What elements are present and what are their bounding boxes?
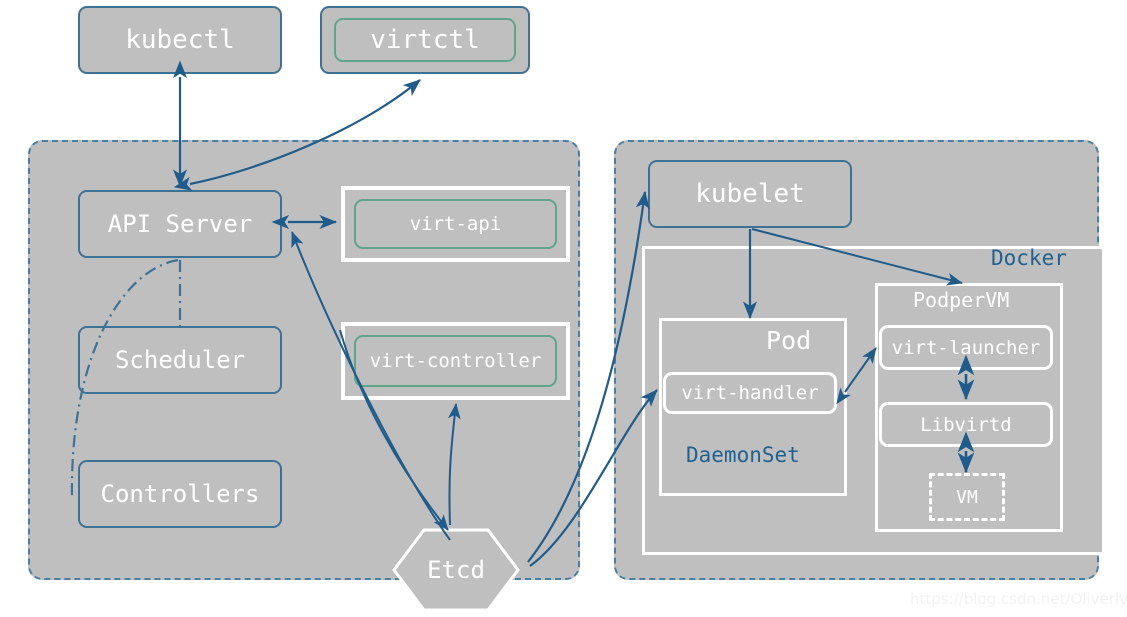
virt-controller-label: virt-controller	[369, 350, 542, 372]
kubectl-box[interactable]: kubectl	[78, 6, 282, 74]
podpervm-label: PodperVM	[913, 288, 1010, 312]
scheduler-label: Scheduler	[114, 346, 246, 374]
virtctl-label: virtctl	[370, 25, 480, 55]
virt-controller-wrapper: virt-controller	[341, 322, 570, 400]
virt-launcher-box[interactable]: virt-launcher	[879, 325, 1053, 370]
vm-label: VM	[956, 486, 978, 508]
diagram-canvas: kubectl virtctl API Server Scheduler Con…	[0, 0, 1127, 617]
virt-api-wrapper: virt-api	[341, 186, 570, 262]
api-server-label: API Server	[107, 210, 253, 238]
libvirtd-box[interactable]: Libvirtd	[879, 402, 1053, 447]
virt-handler-label: virt-handler	[681, 382, 819, 404]
virtctl-box[interactable]: virtctl	[320, 6, 530, 74]
api-server-box[interactable]: API Server	[78, 190, 282, 258]
etcd-label: Etcd	[427, 556, 485, 584]
kubectl-label: kubectl	[125, 25, 235, 55]
virt-api-label: virt-api	[409, 213, 502, 235]
virt-launcher-label: virt-launcher	[891, 336, 1041, 359]
controllers-label: Controllers	[100, 480, 260, 508]
pod-label: Pod	[766, 326, 812, 355]
vm-box[interactable]: VM	[929, 473, 1005, 521]
etcd-node[interactable]: Etcd	[392, 528, 520, 612]
virt-handler-box[interactable]: virt-handler	[663, 372, 837, 414]
daemonset-label: DaemonSet	[686, 443, 800, 467]
watermark: https://blog.csdn.net/Oliverlyn	[910, 590, 1127, 608]
virtctl-inner-box: virtctl	[334, 18, 516, 62]
kubelet-label: kubelet	[695, 179, 805, 209]
kubelet-box[interactable]: kubelet	[648, 160, 852, 228]
scheduler-box[interactable]: Scheduler	[78, 326, 282, 394]
controllers-box[interactable]: Controllers	[78, 460, 282, 528]
virt-api-box[interactable]: virt-api	[354, 199, 557, 249]
libvirtd-label: Libvirtd	[920, 413, 1012, 436]
virt-controller-box[interactable]: virt-controller	[354, 335, 557, 387]
docker-label: Docker	[991, 246, 1067, 270]
etcd-label-wrap: Etcd	[392, 528, 520, 612]
